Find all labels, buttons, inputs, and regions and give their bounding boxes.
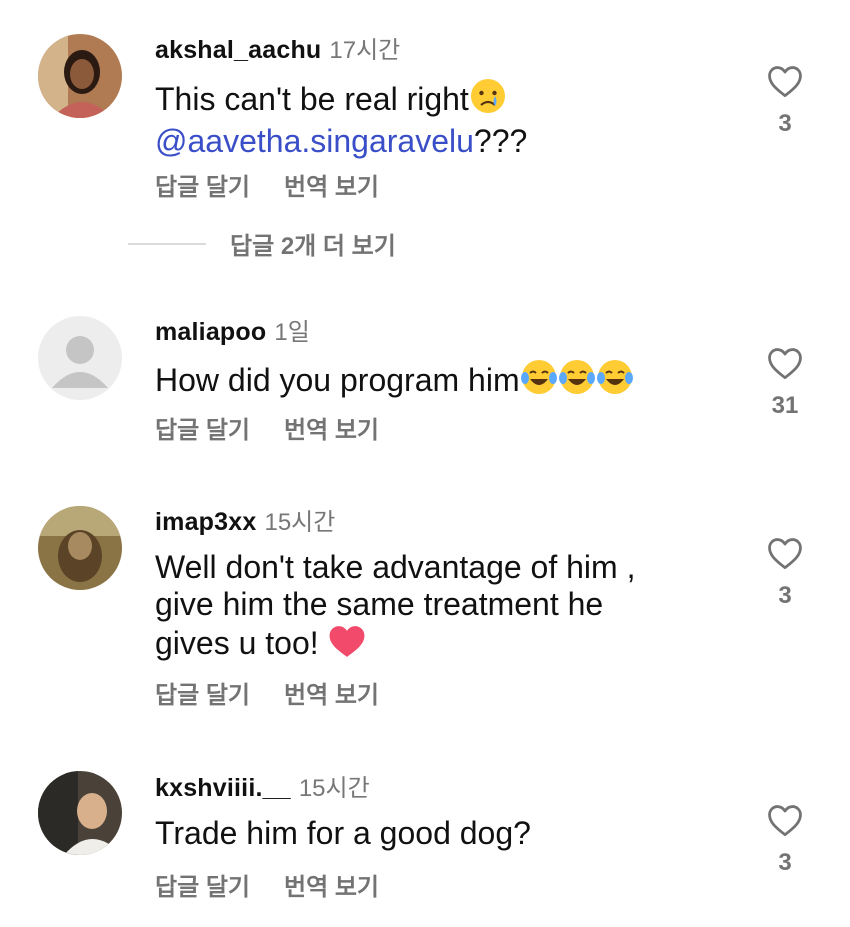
comment-text-line: gives u too! [155, 625, 319, 661]
avatar[interactable] [38, 34, 122, 118]
timestamp: 15시간 [264, 509, 336, 536]
reply-button[interactable]: 답글 달기 [155, 874, 250, 901]
avatar[interactable] [38, 506, 122, 590]
like-count: 31 [771, 392, 799, 419]
see-translation-button[interactable]: 번역 보기 [284, 417, 379, 444]
comment-text-part: ??? [473, 123, 528, 159]
comment-text-line: Well don't take advantage of him , [155, 549, 636, 585]
avatar[interactable] [38, 316, 122, 400]
comment-text: How did you program him [155, 358, 715, 404]
reply-button[interactable]: 답글 달기 [155, 417, 250, 444]
username[interactable]: akshal_aachu [155, 36, 321, 64]
like-count: 3 [778, 849, 792, 876]
comment-text-part: Trade him for a good dog? [155, 815, 531, 851]
view-replies-button[interactable]: 답글 2개 더 보기 [128, 226, 396, 261]
see-translation-button[interactable]: 번역 보기 [284, 174, 379, 201]
timestamp: 15시간 [298, 775, 370, 802]
see-translation-button[interactable]: 번역 보기 [284, 874, 379, 901]
comment-text-part: This can't be real right [155, 81, 469, 117]
like-count: 3 [778, 110, 792, 137]
heart-icon[interactable] [762, 346, 808, 380]
comment-text: This can't be real right @aavetha.singar… [155, 77, 715, 160]
comment-text: Well don't take advantage of him , give … [155, 549, 715, 667]
view-replies-label[interactable]: 답글 2개 더 보기 [230, 226, 396, 261]
timestamp: 17시간 [329, 37, 401, 64]
comment-text-line: give him the same treatment he [155, 586, 604, 622]
crying-face-emoji [469, 77, 507, 123]
mention-link[interactable]: @aavetha.singaravelu [155, 123, 474, 159]
red-heart-emoji [328, 623, 366, 667]
heart-icon[interactable] [762, 536, 808, 570]
avatar[interactable] [38, 771, 122, 855]
username[interactable]: maliapoo [155, 318, 266, 346]
comment-text-part: How did you program him [155, 362, 520, 398]
timestamp: 1일 [274, 319, 310, 346]
tears-of-joy-emoji [520, 358, 558, 404]
divider-line [128, 242, 206, 245]
heart-icon[interactable] [762, 803, 808, 837]
username[interactable]: imap3xx [155, 508, 256, 536]
tears-of-joy-emoji [558, 358, 596, 404]
comment-text: Trade him for a good dog? [155, 815, 715, 852]
see-translation-button[interactable]: 번역 보기 [284, 682, 379, 709]
reply-button[interactable]: 답글 달기 [155, 174, 250, 201]
tears-of-joy-emoji [596, 358, 634, 404]
heart-icon[interactable] [762, 64, 808, 98]
username[interactable]: kxshviiii.__ [155, 774, 291, 802]
reply-button[interactable]: 답글 달기 [155, 682, 250, 709]
like-count: 3 [778, 582, 792, 609]
